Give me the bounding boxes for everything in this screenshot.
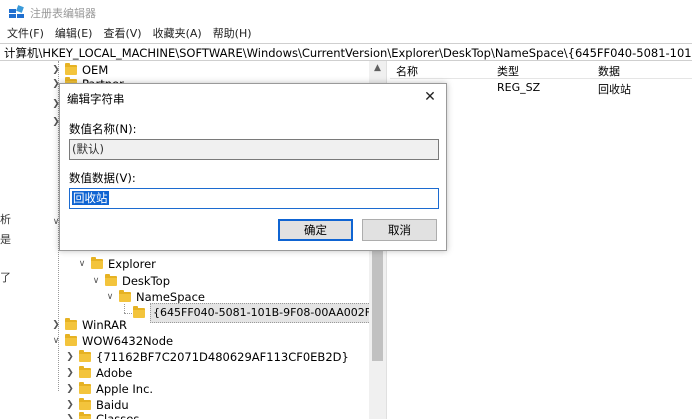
value-data: 回收站 (598, 83, 631, 96)
registry-app-icon (9, 5, 24, 18)
menu-view[interactable]: 查看(V) (96, 25, 145, 43)
close-icon[interactable]: ✕ (422, 89, 438, 105)
folder-icon (79, 350, 91, 362)
menu-file[interactable]: 文件(F) (0, 25, 48, 43)
menu-bar: 文件(F) 编辑(E) 查看(V) 收藏夹(A) 帮助(H) (0, 25, 256, 43)
list-header: 名称 类型 数据 (390, 61, 692, 79)
cancel-button[interactable]: 取消 (362, 219, 437, 241)
menu-favorites[interactable]: 收藏夹(A) (146, 25, 206, 43)
value-data-text[interactable]: 回收站 (72, 191, 109, 205)
folder-icon (91, 257, 103, 269)
column-header-name[interactable]: 名称 (396, 63, 418, 79)
folder-icon (65, 318, 77, 330)
folder-icon (105, 274, 117, 286)
column-header-data[interactable]: 数据 (598, 63, 620, 79)
folder-icon (79, 412, 91, 419)
dialog-title: 编辑字符串 (67, 92, 125, 106)
chevron-down-icon[interactable]: ∨ (50, 332, 62, 350)
address-path[interactable]: 计算机\HKEY_LOCAL_MACHINE\SOFTWARE\Windows\… (4, 45, 692, 60)
menu-help[interactable]: 帮助(H) (206, 25, 256, 43)
tree-guide-line (124, 304, 125, 313)
address-bar[interactable]: 计算机\HKEY_LOCAL_MACHINE\SOFTWARE\Windows\… (0, 43, 692, 61)
folder-icon (79, 366, 91, 378)
value-type: REG_SZ (497, 81, 541, 94)
column-header-type[interactable]: 类型 (497, 63, 519, 79)
tree-item-explorer[interactable]: ∨ Explorer (76, 255, 156, 273)
left-edge-glyph: 是 (0, 233, 11, 246)
tree-item-selected-key[interactable]: {645FF040-5081-101B-9F08-00AA002F954E} (130, 303, 386, 323)
folder-icon (133, 306, 145, 318)
folder-icon (79, 398, 91, 410)
scroll-up-arrow-icon[interactable]: ▲ (369, 61, 386, 76)
chevron-right-icon[interactable]: ❯ (64, 410, 76, 419)
value-name-field: (默认) (69, 139, 439, 160)
tree-item-wow-child[interactable]: ❯ Classes (64, 410, 139, 419)
value-name-text: (默认) (72, 142, 104, 156)
tree-item-label: Classes (96, 412, 140, 419)
value-name-label: 数值名称(N): (69, 122, 137, 136)
menu-edit[interactable]: 编辑(E) (48, 25, 97, 43)
chevron-down-icon[interactable]: ∨ (104, 288, 116, 306)
ok-button[interactable]: 确定 (278, 219, 353, 241)
folder-icon (119, 290, 131, 302)
tree-item-label: Explorer (108, 257, 156, 271)
scrollbar-thumb[interactable] (372, 251, 383, 361)
chevron-down-icon[interactable]: ∨ (76, 255, 88, 273)
edit-string-dialog: 编辑字符串 ✕ 数值名称(N): (默认) 数值数据(V): 回收站 确定 取消 (59, 83, 447, 251)
tree-item-label: {71162BF7C2071D480629AF113CF0EB2D} (96, 350, 349, 364)
chevron-down-icon[interactable]: ∨ (90, 272, 102, 290)
left-edge-glyph: 了 (0, 271, 11, 284)
folder-icon (65, 63, 77, 75)
folder-icon (79, 382, 91, 394)
left-edge-glyph: 析 (0, 213, 11, 226)
folder-icon (65, 334, 77, 346)
value-data-input[interactable]: 回收站 (69, 188, 439, 209)
value-data-label: 数值数据(V): (69, 171, 136, 185)
title-bar: 注册表编辑器 (0, 0, 692, 24)
tree-item-label: {645FF040-5081-101B-9F08-00AA002F954E} (150, 303, 386, 323)
window-title: 注册表编辑器 (30, 7, 96, 20)
